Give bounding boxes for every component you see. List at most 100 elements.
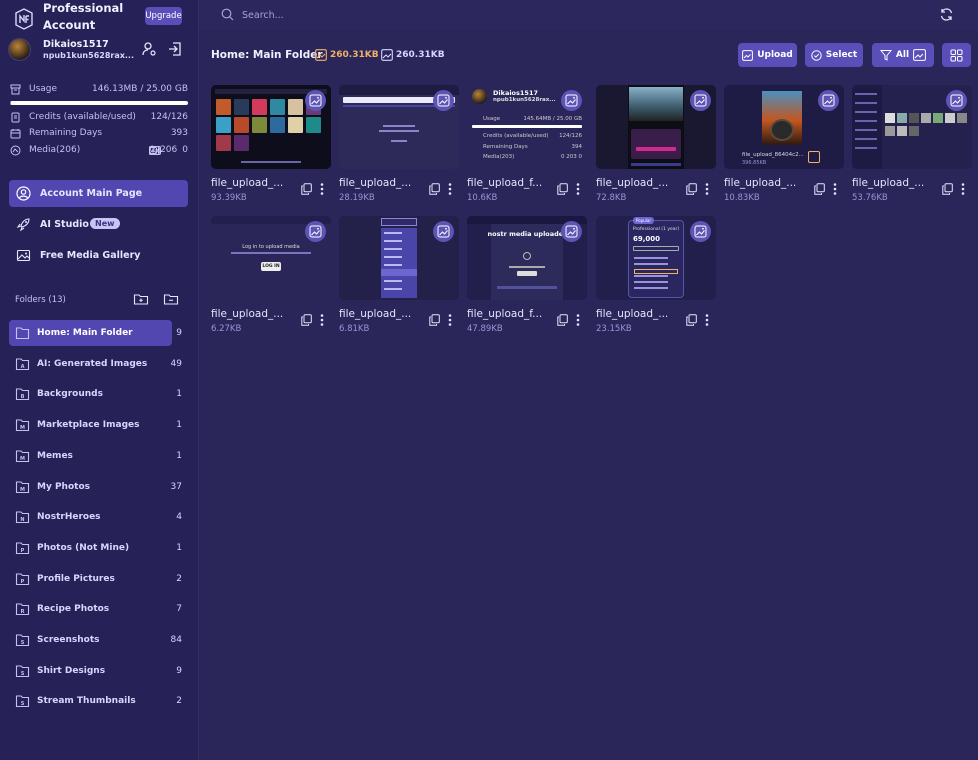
- folder-item[interactable]: A AI: Generated Images 49: [9, 351, 188, 377]
- folder-item[interactable]: N NostrHeroes 4: [9, 504, 188, 530]
- image-icon: [16, 249, 31, 262]
- user-settings-icon[interactable]: [141, 41, 157, 57]
- more-options-icon[interactable]: [320, 314, 324, 326]
- file-thumbnail[interactable]: Log in to upload media LOG IN: [211, 216, 331, 300]
- image-preview-button[interactable]: [433, 90, 454, 111]
- refresh-icon[interactable]: [939, 7, 954, 22]
- brand: Professional Account Upgrade: [14, 1, 194, 36]
- more-options-icon[interactable]: [576, 183, 580, 195]
- copy-link-icon[interactable]: [557, 314, 568, 326]
- more-options-icon[interactable]: [961, 183, 965, 195]
- folder-item[interactable]: M Memes 1: [9, 443, 188, 469]
- file-card[interactable]: Popular Professional (1 year) 69,000 file_u…: [596, 216, 716, 336]
- file-card[interactable]: file_upload_... 72.8KB: [596, 85, 716, 205]
- image-preview-button[interactable]: [561, 221, 582, 242]
- folder-item[interactable]: R Recipe Photos 7: [9, 596, 188, 622]
- copy-link-icon[interactable]: [301, 183, 312, 195]
- usage-row: Usage 146.13MB / 25.00 GB: [10, 83, 188, 97]
- nav-account-main-page[interactable]: Account Main Page: [9, 180, 188, 207]
- file-card[interactable]: Log in to upload media LOG IN file_upload_…: [211, 216, 331, 336]
- copy-link-icon[interactable]: [557, 183, 568, 195]
- copy-link-icon[interactable]: [814, 183, 825, 195]
- file-thumbnail[interactable]: nostr media uploader: [467, 216, 587, 300]
- copy-link-icon[interactable]: [429, 314, 440, 326]
- search-input[interactable]: [242, 6, 842, 24]
- folder-icon: R: [15, 603, 30, 616]
- select-button[interactable]: Select: [805, 43, 863, 67]
- copy-link-icon[interactable]: [942, 183, 953, 195]
- folder-label: NostrHeroes: [37, 512, 101, 523]
- more-options-icon[interactable]: [448, 314, 452, 326]
- thumb-upload-name: file_upload_86404c2...: [742, 152, 804, 158]
- folder-item[interactable]: M Marketplace Images 1: [9, 412, 188, 438]
- file-card[interactable]: file_upload_... 6.81KB: [339, 216, 459, 336]
- folder-item[interactable]: P Profile Pictures 2: [9, 566, 188, 592]
- file-card[interactable]: file_upload_... 93.39KB: [211, 85, 331, 205]
- file-thumbnail[interactable]: file_upload_86404c2... 396.85KB: [724, 85, 844, 169]
- file-card[interactable]: file_upload_... 28.19KB: [339, 85, 459, 205]
- remove-folder-icon[interactable]: [163, 291, 179, 307]
- folder-item[interactable]: B Backgrounds 1: [9, 381, 188, 407]
- image-preview-button[interactable]: [561, 90, 582, 111]
- file-size: 23.15KB: [596, 324, 632, 334]
- file-card[interactable]: nostr media uploader file_upload_f... 47.8…: [467, 216, 587, 336]
- logout-icon[interactable]: [167, 41, 183, 57]
- new-badge: New: [90, 218, 120, 229]
- image-preview-icon: [565, 225, 578, 238]
- folder-count: 4: [176, 512, 182, 523]
- nav-free-media-gallery[interactable]: Free Media Gallery: [9, 242, 188, 269]
- image-preview-button[interactable]: [946, 90, 967, 111]
- add-folder-icon[interactable]: [133, 291, 149, 307]
- nav-ai-studio[interactable]: AI Studio New: [9, 211, 188, 238]
- grid-view-button[interactable]: [942, 43, 971, 67]
- folder-label: Shirt Designs: [37, 665, 106, 676]
- more-options-icon[interactable]: [705, 183, 709, 195]
- folder-item[interactable]: P Photos (Not Mine) 1: [9, 535, 188, 561]
- copy-link-icon[interactable]: [686, 314, 697, 326]
- more-options-icon[interactable]: [576, 314, 580, 326]
- folder-item[interactable]: M My Photos 37: [9, 474, 188, 500]
- folder-count: 9: [176, 328, 182, 338]
- file-card[interactable]: Dikaios1517 npub1kun5628rax... Usage 145.64…: [467, 85, 587, 205]
- thumb-usage-value: 145.64MB / 25.00 GB: [523, 116, 582, 122]
- folder-item[interactable]: S Screenshots 84: [9, 627, 188, 653]
- file-card[interactable]: file_upload_... 53.76KB: [852, 85, 972, 205]
- file-thumbnail[interactable]: [852, 85, 972, 169]
- file-name: file_upload_...: [724, 177, 797, 189]
- file-thumbnail[interactable]: [211, 85, 331, 169]
- user-name: Dikaios1517: [43, 39, 109, 50]
- folder-label: Screenshots: [37, 635, 100, 645]
- folder-item[interactable]: S Shirt Designs 9: [9, 658, 188, 684]
- folder-icon: S: [15, 665, 30, 677]
- folder-item[interactable]: Home: Main Folder 9: [9, 320, 182, 346]
- media-counts: 0 206 0: [149, 145, 188, 155]
- image-preview-button[interactable]: [690, 221, 711, 242]
- upgrade-button[interactable]: Upgrade: [145, 7, 182, 25]
- file-thumbnail[interactable]: Popular Professional (1 year) 69,000: [596, 216, 716, 300]
- image-preview-button[interactable]: [690, 90, 711, 111]
- file-thumbnail[interactable]: [596, 85, 716, 169]
- file-card[interactable]: file_upload_86404c2... 396.85KB file_uploa…: [724, 85, 844, 205]
- image-preview-button[interactable]: [305, 90, 326, 111]
- copy-link-icon[interactable]: [301, 314, 312, 326]
- upload-button[interactable]: Upload: [738, 43, 797, 67]
- file-size: 6.27KB: [211, 324, 242, 334]
- copy-link-icon[interactable]: [686, 183, 697, 195]
- file-thumbnail[interactable]: [339, 85, 459, 169]
- more-options-icon[interactable]: [320, 183, 324, 195]
- file-thumbnail[interactable]: Dikaios1517 npub1kun5628rax... Usage 145.64…: [467, 85, 587, 169]
- avatar[interactable]: [8, 38, 31, 61]
- folder-icon: [15, 327, 30, 340]
- more-options-icon[interactable]: [833, 183, 837, 195]
- image-icon: [913, 49, 926, 61]
- file-name: file_upload_...: [596, 308, 669, 320]
- folder-item[interactable]: S Stream Thumbnails 2: [9, 688, 188, 714]
- copy-link-icon[interactable]: [429, 183, 440, 195]
- image-preview-button[interactable]: [818, 90, 839, 111]
- more-options-icon[interactable]: [448, 183, 452, 195]
- image-preview-button[interactable]: [305, 221, 326, 242]
- more-options-icon[interactable]: [705, 314, 709, 326]
- filter-button[interactable]: All: [872, 43, 934, 67]
- file-thumbnail[interactable]: [339, 216, 459, 300]
- image-preview-button[interactable]: [433, 221, 454, 242]
